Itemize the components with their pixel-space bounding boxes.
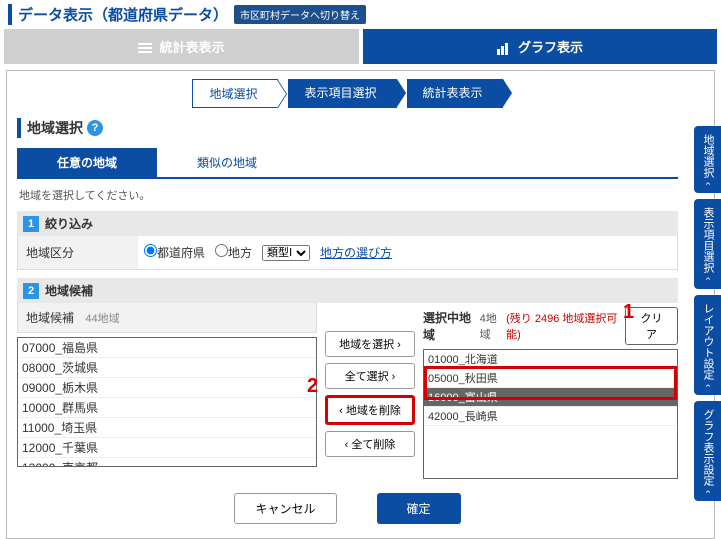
- list-item[interactable]: 16000_富山県: [424, 388, 677, 407]
- step-region[interactable]: 地域選択: [192, 79, 278, 108]
- section-title: 地域選択: [27, 118, 83, 138]
- list-item[interactable]: 11000_埼玉県: [18, 418, 316, 438]
- list-item[interactable]: 12000_千葉県: [18, 438, 316, 458]
- step-number-1: 1: [23, 216, 39, 232]
- filter-row-label: 地域区分: [18, 236, 138, 269]
- tab-table-label: 統計表表示: [160, 40, 225, 55]
- selected-count: 4地域: [480, 310, 507, 342]
- filter-section-header: 1 絞り込み: [17, 211, 678, 236]
- table-icon: [138, 43, 152, 55]
- subtab-own-region[interactable]: 任意の地域: [17, 148, 157, 177]
- candidates-count: 44地域: [85, 313, 119, 325]
- chart-icon: [496, 43, 510, 55]
- radio-local[interactable]: 地方: [215, 244, 252, 261]
- chevron-left-icon: ‹: [703, 384, 714, 387]
- chevron-left-icon: ‹: [703, 490, 714, 493]
- selected-remaining: (残り 2496 地域選択可能): [506, 310, 625, 342]
- side-items-button[interactable]: 表示項目選択‹: [694, 199, 721, 288]
- radio-prefecture[interactable]: 都道府県: [144, 244, 205, 261]
- candidates-head-label: 地域候補: [26, 311, 74, 325]
- side-graph-button[interactable]: グラフ表示設定‹: [694, 401, 721, 501]
- callout-1: 1: [623, 301, 634, 324]
- radio-prefecture-input[interactable]: [144, 244, 157, 257]
- side-region-button[interactable]: 地域選択‹: [694, 126, 721, 193]
- callout-2: 2: [307, 375, 318, 398]
- list-item[interactable]: 08000_茨城県: [18, 358, 316, 378]
- chevron-left-icon: ‹: [703, 277, 714, 280]
- page-title: データ表示（都道府県データ）: [8, 4, 228, 25]
- step-items[interactable]: 表示項目選択: [288, 79, 396, 108]
- step-table[interactable]: 統計表表示: [407, 79, 503, 108]
- subtab-similar-region[interactable]: 類似の地域: [157, 148, 297, 177]
- candidates-section-label: 地域候補: [45, 282, 93, 299]
- tab-graph-label: グラフ表示: [518, 40, 583, 55]
- wizard-steps: 地域選択 表示項目選択 統計表表示: [17, 79, 678, 108]
- remove-all-button[interactable]: ‹ 全て削除: [325, 431, 415, 457]
- list-item[interactable]: 07000_福島県: [18, 338, 316, 358]
- list-item[interactable]: 13000_東京都: [18, 458, 316, 467]
- side-layout-button[interactable]: レイアウト設定‹: [694, 295, 721, 395]
- candidates-header: 地域候補 44地域: [17, 303, 317, 333]
- list-item[interactable]: 05000_秋田県: [424, 369, 677, 388]
- confirm-button[interactable]: 確定: [377, 493, 461, 524]
- main-panel: 地域選択 表示項目選択 統計表表示 地域選択 ? 任意の地域 類似の地域 地域を…: [6, 70, 715, 539]
- list-item[interactable]: 10000_群馬県: [18, 398, 316, 418]
- add-all-button[interactable]: 全て選択 ›: [325, 363, 415, 389]
- selected-head-label: 選択中地域: [423, 309, 480, 343]
- radio-local-input[interactable]: [215, 244, 228, 257]
- candidates-section-header: 2 地域候補: [17, 278, 678, 303]
- list-item[interactable]: 09000_栃木県: [18, 378, 316, 398]
- switch-dataset-button[interactable]: 市区町村データへ切り替え: [234, 5, 366, 24]
- step-number-2: 2: [23, 283, 39, 299]
- selected-listbox[interactable]: 01000_北海道05000_秋田県16000_富山県42000_長崎県: [423, 349, 678, 479]
- filter-section-label: 絞り込み: [45, 215, 93, 232]
- remove-region-button[interactable]: ‹ 地域を削除: [325, 395, 415, 425]
- add-region-button[interactable]: 地域を選択 ›: [325, 331, 415, 357]
- list-item[interactable]: 42000_長崎県: [424, 407, 677, 426]
- tab-table-view[interactable]: 統計表表示: [4, 29, 359, 64]
- help-link-region-choice[interactable]: 地方の選び方: [320, 244, 392, 261]
- chevron-left-icon: ‹: [703, 182, 714, 185]
- list-item[interactable]: 01000_北海道: [424, 350, 677, 369]
- cancel-button[interactable]: キャンセル: [234, 493, 336, 524]
- type-select[interactable]: 類型Ⅰ: [262, 245, 310, 261]
- instructions-text: 地域を選択してください。: [17, 179, 678, 211]
- help-icon[interactable]: ?: [87, 120, 103, 136]
- candidates-listbox[interactable]: 07000_福島県08000_茨城県09000_栃木県10000_群馬県1100…: [17, 337, 317, 467]
- tab-graph-view[interactable]: グラフ表示: [363, 29, 718, 64]
